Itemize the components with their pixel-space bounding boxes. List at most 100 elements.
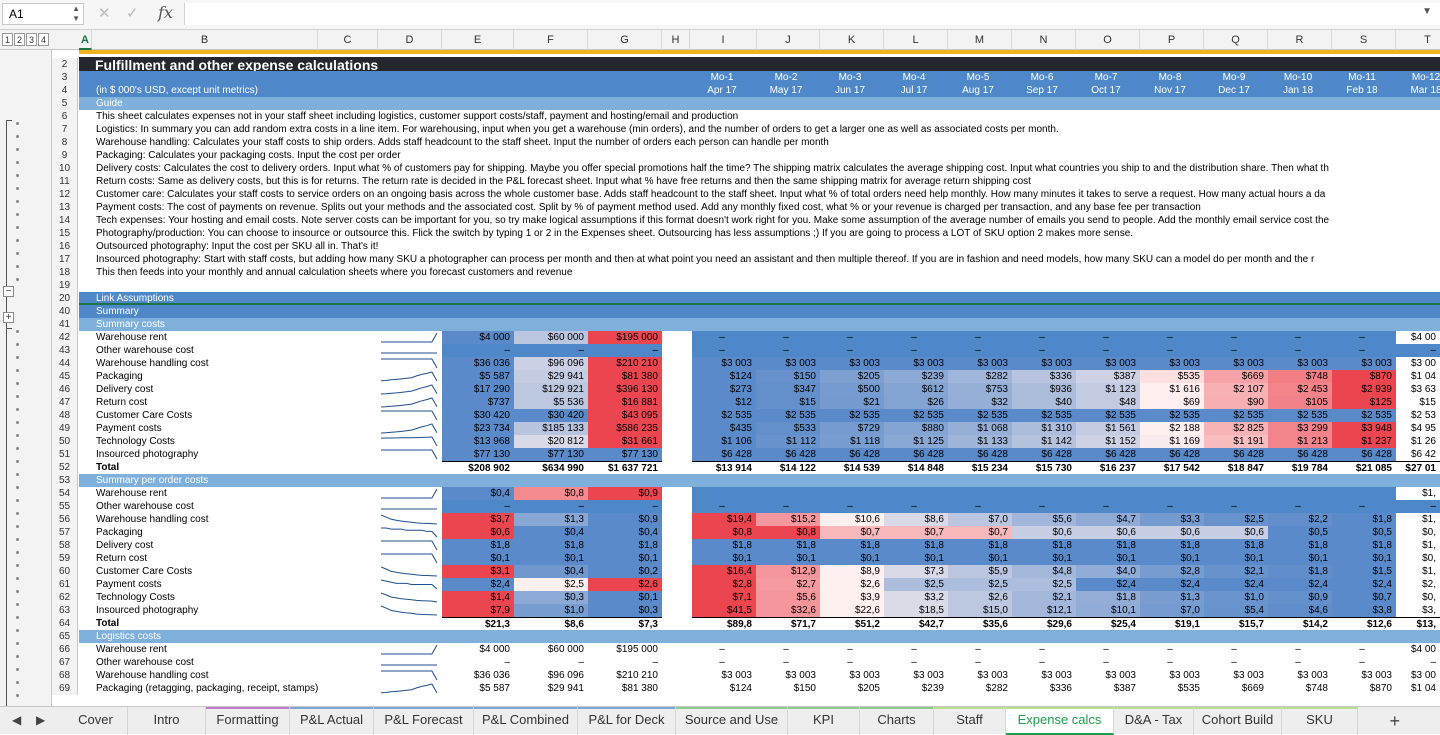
row-header[interactable]: 54 xyxy=(52,487,78,500)
row-header[interactable]: 11 xyxy=(52,175,78,188)
row-header[interactable]: 17 xyxy=(52,253,78,266)
row-header[interactable]: 58 xyxy=(52,539,78,552)
outline-level-button[interactable]: 3 xyxy=(26,33,37,46)
sheet-tab[interactable]: Formatting xyxy=(206,707,290,735)
column-header-t[interactable]: T xyxy=(1396,30,1440,50)
row-header[interactable]: 44 xyxy=(52,357,78,370)
row-header[interactable]: 55 xyxy=(52,500,78,513)
row-header[interactable]: 16 xyxy=(52,240,78,253)
column-header-g[interactable]: G xyxy=(588,30,662,50)
column-header-r[interactable]: R xyxy=(1268,30,1332,50)
sheet-tab[interactable]: Intro xyxy=(128,707,206,735)
sheet-grid[interactable]: Fulfillment and other expense calculatio… xyxy=(79,50,1440,706)
sheet-tab[interactable]: SKU xyxy=(1282,707,1358,735)
row-header[interactable]: 10 xyxy=(52,162,78,175)
row-header[interactable]: 57 xyxy=(52,526,78,539)
confirm-icon[interactable]: ✓ xyxy=(126,4,139,22)
sheet-tab[interactable]: Cohort Build xyxy=(1194,707,1282,735)
row-header[interactable]: 18 xyxy=(52,266,78,279)
name-box[interactable]: A1 ▲ ▼ xyxy=(2,3,84,25)
row-header[interactable]: 53 xyxy=(52,474,78,487)
row-header[interactable]: 7 xyxy=(52,123,78,136)
outline-collapse-button[interactable]: − xyxy=(3,286,14,297)
next-sheet-icon[interactable]: ▶ xyxy=(36,713,45,727)
sheet-tab[interactable]: Cover xyxy=(64,707,128,735)
cancel-icon[interactable]: ✕ xyxy=(98,4,111,22)
row-header[interactable]: 20 xyxy=(52,292,78,305)
column-header-m[interactable]: M xyxy=(948,30,1012,50)
row-header[interactable]: 9 xyxy=(52,149,78,162)
column-header-h[interactable]: H xyxy=(662,30,690,50)
row-header[interactable]: 50 xyxy=(52,435,78,448)
sheet-tab[interactable]: P&L Forecast xyxy=(374,707,474,735)
row-header[interactable]: 68 xyxy=(52,669,78,682)
column-header-c[interactable]: C xyxy=(318,30,378,50)
column-header-n[interactable]: N xyxy=(1012,30,1076,50)
name-box-stepper-icon[interactable]: ▲ ▼ xyxy=(72,4,80,24)
prev-sheet-icon[interactable]: ◀ xyxy=(12,713,21,727)
fx-icon[interactable]: fx xyxy=(158,3,173,22)
sheet-tab[interactable]: P&L Actual xyxy=(290,707,374,735)
sheet-tab[interactable]: D&A - Tax xyxy=(1114,707,1194,735)
column-header-i[interactable]: I xyxy=(690,30,757,50)
sheet-tab[interactable]: P&L Combined xyxy=(474,707,578,735)
row-header[interactable]: 3 xyxy=(52,71,78,84)
sheet-tab[interactable]: Staff xyxy=(934,707,1006,735)
row-header[interactable]: 8 xyxy=(52,136,78,149)
row-header[interactable]: 52 xyxy=(52,461,78,474)
row-header[interactable]: 65 xyxy=(52,630,78,643)
column-header-l[interactable]: L xyxy=(884,30,948,50)
row-header[interactable]: 41 xyxy=(52,318,78,331)
row-header[interactable]: 13 xyxy=(52,201,78,214)
row-header[interactable]: 2 xyxy=(52,58,78,71)
column-header-o[interactable]: O xyxy=(1076,30,1140,50)
outline-expand-button[interactable]: + xyxy=(3,312,14,323)
add-sheet-button[interactable]: + xyxy=(1389,711,1400,732)
column-header-k[interactable]: K xyxy=(820,30,884,50)
row-header[interactable]: 12 xyxy=(52,188,78,201)
row-header[interactable]: 42 xyxy=(52,331,78,344)
row-header[interactable]: 14 xyxy=(52,214,78,227)
row-header[interactable]: 45 xyxy=(52,370,78,383)
sheet-tab[interactable]: Expense calcs xyxy=(1006,707,1114,735)
row-header[interactable]: 60 xyxy=(52,565,78,578)
row-header[interactable]: 46 xyxy=(52,383,78,396)
row-header[interactable]: 47 xyxy=(52,396,78,409)
sheet-tab[interactable]: KPI xyxy=(788,707,860,735)
row-header[interactable]: 5 xyxy=(52,97,78,110)
column-header-q[interactable]: Q xyxy=(1204,30,1268,50)
column-header-f[interactable]: F xyxy=(514,30,588,50)
row-header[interactable]: 67 xyxy=(52,656,78,669)
row-header[interactable]: 59 xyxy=(52,552,78,565)
chevron-down-icon[interactable]: ▼ xyxy=(1422,6,1432,17)
outline-level-button[interactable]: 4 xyxy=(38,33,49,46)
row-header[interactable]: 56 xyxy=(52,513,78,526)
sheet-tab[interactable]: Source and Use xyxy=(676,707,788,735)
row-header[interactable]: 61 xyxy=(52,578,78,591)
sheet-tab[interactable]: Charts xyxy=(860,707,934,735)
column-header-e[interactable]: E xyxy=(442,30,514,50)
sheet-tab[interactable]: P&L for Deck xyxy=(578,707,676,735)
column-header-p[interactable]: P xyxy=(1140,30,1204,50)
row-header[interactable]: 63 xyxy=(52,604,78,617)
outline-level-button[interactable]: 2 xyxy=(14,33,25,46)
row-header[interactable]: 48 xyxy=(52,409,78,422)
outline-level-button[interactable]: 1 xyxy=(2,33,13,46)
column-header-s[interactable]: S xyxy=(1332,30,1396,50)
row-header[interactable]: 15 xyxy=(52,227,78,240)
formula-input[interactable] xyxy=(184,3,1440,25)
row-header[interactable]: 40 xyxy=(52,305,78,318)
row-header[interactable]: 49 xyxy=(52,422,78,435)
row-header[interactable]: 51 xyxy=(52,448,78,461)
row-header[interactable]: 62 xyxy=(52,591,78,604)
row-header[interactable]: 64 xyxy=(52,617,78,630)
row-header[interactable]: 43 xyxy=(52,344,78,357)
column-header-d[interactable]: D xyxy=(378,30,442,50)
row-header[interactable]: 6 xyxy=(52,110,78,123)
row-header[interactable]: 19 xyxy=(52,279,78,292)
column-header-j[interactable]: J xyxy=(757,30,820,50)
column-header-b[interactable]: B xyxy=(92,30,318,50)
row-header[interactable]: 66 xyxy=(52,643,78,656)
column-header-a[interactable]: A xyxy=(79,30,92,50)
row-header[interactable]: 69 xyxy=(52,682,78,695)
